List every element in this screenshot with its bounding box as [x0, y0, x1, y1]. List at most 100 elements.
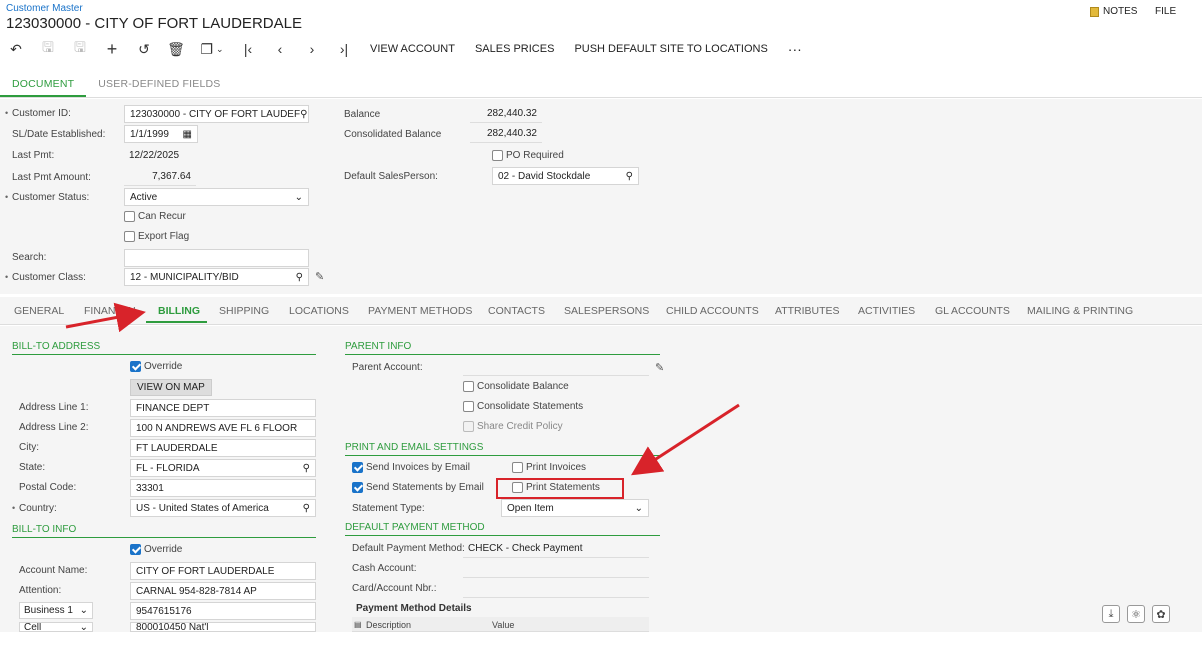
- checkbox-box[interactable]: [124, 211, 135, 222]
- undo-icon[interactable]: ↺: [128, 38, 160, 60]
- phone1-input[interactable]: 9547615176: [130, 602, 316, 620]
- state-field[interactable]: FL - FLORIDA ⚲: [130, 459, 316, 477]
- address-line2-input[interactable]: 100 N ANDREWS AVE FL 6 FLOOR: [130, 419, 316, 437]
- attention-input[interactable]: CARNAL 954-828-7814 AP: [130, 582, 316, 600]
- save-close-icon[interactable]: 🖫: [64, 38, 96, 60]
- last-record-icon[interactable]: ›|: [328, 38, 360, 60]
- checkbox-box[interactable]: [124, 231, 135, 242]
- customer-status-label: Customer Status:: [5, 192, 89, 203]
- column-description[interactable]: Description: [366, 620, 411, 630]
- default-salesperson-field[interactable]: 02 - David Stockdale ⚲: [492, 167, 639, 185]
- tab-salespersons[interactable]: SALESPERSONS: [564, 305, 649, 317]
- file-button[interactable]: FILE: [1155, 6, 1176, 17]
- share-credit-policy-checkbox[interactable]: Share Credit Policy: [463, 421, 563, 432]
- address-line1-input[interactable]: FINANCE DEPT: [130, 399, 316, 417]
- country-field[interactable]: US - United States of America ⚲: [130, 499, 316, 517]
- push-default-site-button[interactable]: PUSH DEFAULT SITE TO LOCATIONS: [574, 43, 767, 55]
- search-icon[interactable]: ⚲: [303, 503, 310, 514]
- checkbox-box[interactable]: [352, 482, 363, 493]
- tab-child-accounts[interactable]: CHILD ACCOUNTS: [666, 305, 759, 317]
- column-value[interactable]: Value: [492, 620, 514, 630]
- phone1-type-select[interactable]: Business 1 ⌄: [19, 602, 93, 619]
- tab-locations[interactable]: LOCATIONS: [289, 305, 349, 317]
- tab-billing[interactable]: BILLING: [158, 305, 200, 317]
- default-payment-method-field[interactable]: CHECK - Check Payment: [463, 540, 649, 558]
- send-statements-email-checkbox[interactable]: Send Statements by Email: [352, 482, 484, 493]
- active-tab-underline: [146, 321, 207, 323]
- ai-assistant-icon[interactable]: ⚛: [1127, 605, 1145, 623]
- search-icon[interactable]: ⚲: [626, 171, 633, 182]
- print-statements-highlight-box: [496, 478, 624, 499]
- print-invoices-checkbox[interactable]: Print Invoices: [512, 462, 586, 473]
- customer-class-field[interactable]: 12 - MUNICIPALITY/BID ⚲: [124, 268, 309, 286]
- bill-to-address-override-checkbox[interactable]: Override: [130, 361, 182, 372]
- customer-status-select[interactable]: Active ⌄: [124, 188, 309, 206]
- checkbox-box[interactable]: [130, 361, 141, 372]
- breadcrumb[interactable]: Customer Master: [6, 3, 83, 14]
- tab-user-defined-fields[interactable]: USER-DEFINED FIELDS: [86, 72, 232, 97]
- sl-date-field[interactable]: 1/1/1999 ▦: [124, 125, 198, 143]
- notes-button[interactable]: NOTES: [1090, 6, 1137, 17]
- tab-document[interactable]: DOCUMENT: [0, 72, 87, 97]
- checkbox-box[interactable]: [352, 462, 363, 473]
- delete-icon[interactable]: 🗑: [160, 38, 192, 60]
- export-flag-checkbox[interactable]: Export Flag: [124, 231, 189, 242]
- bill-to-info-override-checkbox[interactable]: Override: [130, 544, 182, 555]
- statement-type-label: Statement Type:: [352, 503, 425, 514]
- checkbox-box[interactable]: [463, 421, 474, 432]
- add-icon[interactable]: +: [96, 38, 128, 60]
- copy-paste-icon[interactable]: ❐ ⌄: [192, 38, 232, 60]
- view-account-button[interactable]: VIEW ACCOUNT: [370, 43, 455, 55]
- edit-pencil-icon[interactable]: ✎: [655, 361, 664, 374]
- back-icon[interactable]: ↶: [0, 38, 32, 60]
- po-required-checkbox[interactable]: PO Required: [492, 150, 564, 161]
- checkbox-box[interactable]: [492, 150, 503, 161]
- consolidate-balance-checkbox[interactable]: Consolidate Balance: [463, 381, 569, 392]
- card-account-field[interactable]: [463, 580, 649, 598]
- save-icon[interactable]: 🖫: [32, 38, 64, 60]
- download-icon[interactable]: ⤓: [1102, 605, 1120, 623]
- default-payment-method-header: DEFAULT PAYMENT METHOD: [345, 522, 660, 536]
- checkbox-box[interactable]: [130, 544, 141, 555]
- search-icon[interactable]: ⚲: [300, 109, 307, 120]
- prev-record-icon[interactable]: ‹: [264, 38, 296, 60]
- tab-attributes[interactable]: ATTRIBUTES: [775, 305, 840, 317]
- tab-payment-methods[interactable]: PAYMENT METHODS: [368, 305, 472, 317]
- parent-account-input[interactable]: [463, 358, 649, 376]
- sales-prices-button[interactable]: SALES PRICES: [475, 43, 554, 55]
- grid-row-icon: ▤: [354, 620, 362, 629]
- phone2-type-select[interactable]: Cell ⌄: [19, 622, 93, 632]
- city-input[interactable]: FT LAUDERDALE: [130, 439, 316, 457]
- tab-shipping[interactable]: SHIPPING: [219, 305, 269, 317]
- postal-code-input[interactable]: 33301: [130, 479, 316, 497]
- tab-contacts[interactable]: CONTACTS: [488, 305, 545, 317]
- statement-type-select[interactable]: Open Item ⌄: [501, 499, 649, 517]
- tab-gl-accounts[interactable]: GL ACCOUNTS: [935, 305, 1010, 317]
- more-menu-icon[interactable]: ···: [788, 41, 802, 57]
- cash-account-field[interactable]: [463, 560, 649, 578]
- search-icon[interactable]: ⚲: [296, 272, 303, 283]
- tab-mailing-printing[interactable]: MAILING & PRINTING: [1027, 305, 1133, 317]
- checkbox-box[interactable]: [463, 381, 474, 392]
- search-input[interactable]: [124, 249, 309, 267]
- search-icon[interactable]: ⚲: [303, 463, 310, 474]
- send-invoices-email-checkbox[interactable]: Send Invoices by Email: [352, 462, 470, 473]
- view-on-map-button[interactable]: VIEW ON MAP: [130, 379, 212, 396]
- file-label: FILE: [1155, 6, 1177, 17]
- consolidate-statements-checkbox[interactable]: Consolidate Statements: [463, 401, 583, 412]
- customer-id-field[interactable]: 123030000 - CITY OF FORT LAUDEF ⚲: [124, 105, 309, 123]
- calendar-icon[interactable]: ▦: [183, 129, 192, 140]
- next-record-icon[interactable]: ›: [296, 38, 328, 60]
- settings-icon[interactable]: ✿: [1152, 605, 1170, 623]
- phone2-input[interactable]: 800010450 Nat'l: [130, 622, 316, 632]
- checkbox-box[interactable]: [463, 401, 474, 412]
- first-record-icon[interactable]: |‹: [232, 38, 264, 60]
- tab-financial[interactable]: FINANCIAL: [84, 305, 139, 317]
- account-name-input[interactable]: CITY OF FORT LAUDERDALE: [130, 562, 316, 580]
- tab-general[interactable]: GENERAL: [14, 305, 64, 317]
- state-label: State:: [19, 462, 46, 473]
- can-recur-checkbox[interactable]: Can Recur: [124, 211, 186, 222]
- tab-activities[interactable]: ACTIVITIES: [858, 305, 915, 317]
- checkbox-box[interactable]: [512, 462, 523, 473]
- edit-pencil-icon[interactable]: ✎: [315, 270, 324, 283]
